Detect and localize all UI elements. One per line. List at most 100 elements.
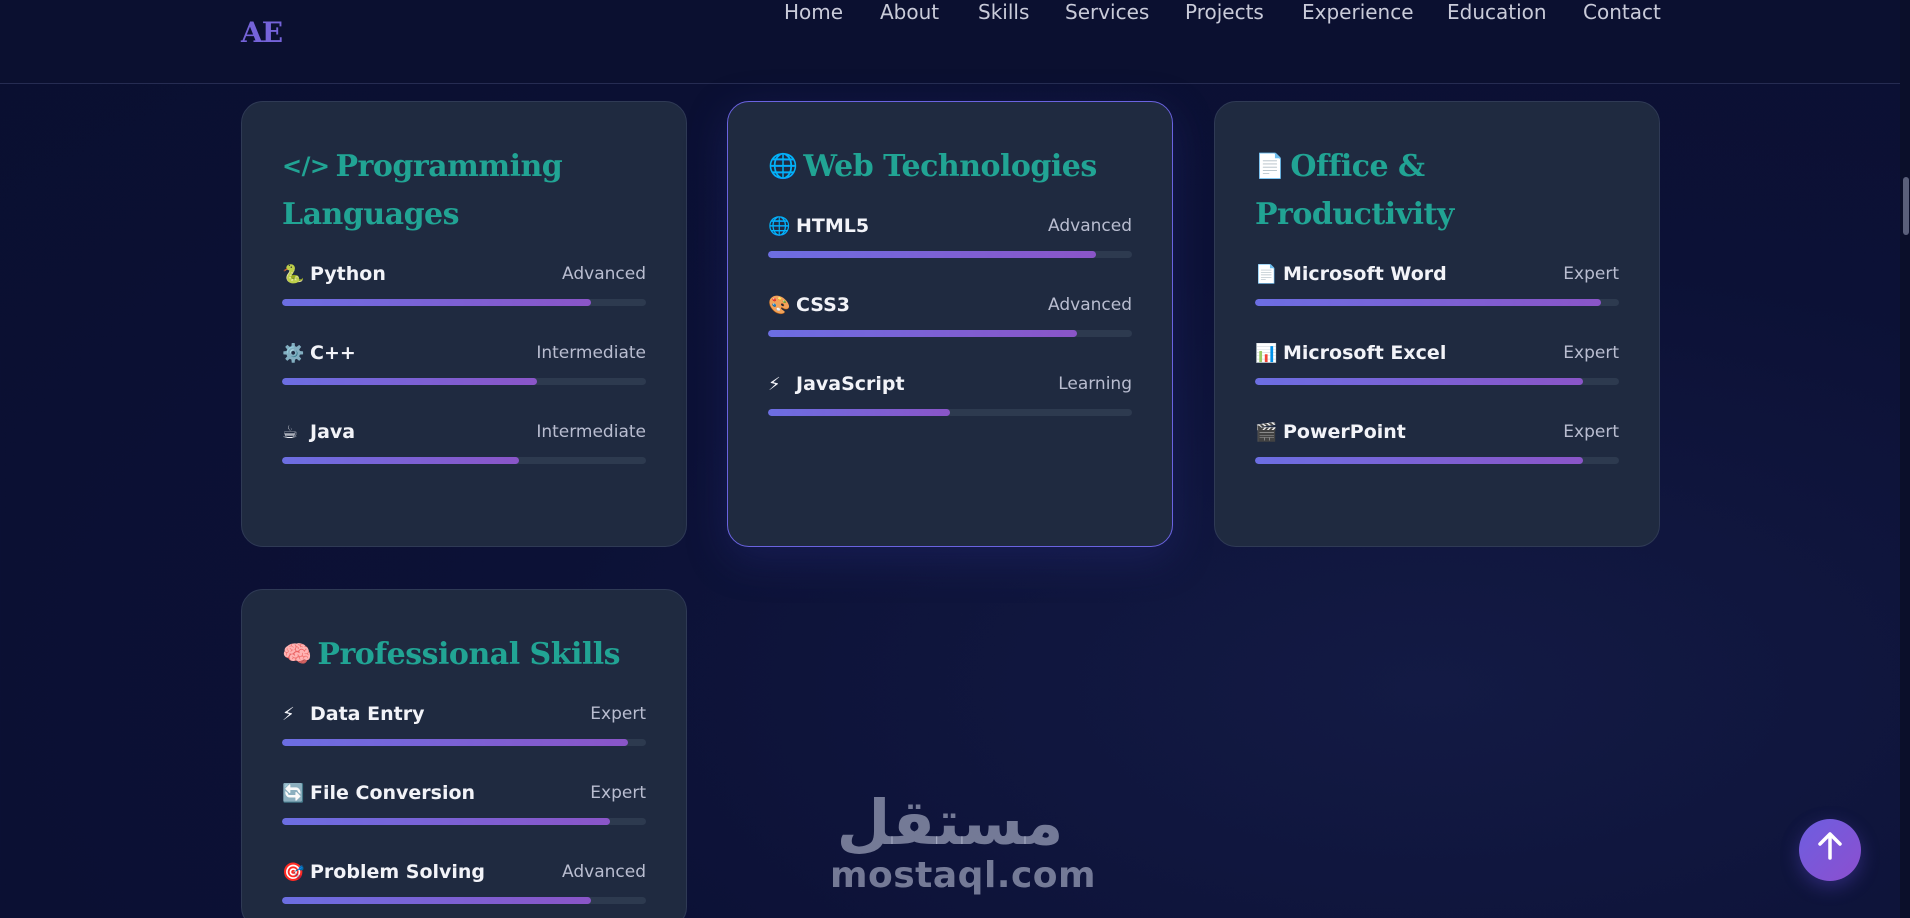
skill-name: 🎬 PowerPoint <box>1255 421 1406 443</box>
progress-fill <box>282 739 628 746</box>
snake-icon: 🐍 <box>282 264 305 285</box>
skill-level: Expert <box>1563 343 1619 363</box>
skill-item-problem-solving: 🎯 Problem Solving Advanced <box>282 857 646 904</box>
skill-name: 🎯 Problem Solving <box>282 861 486 883</box>
skill-item-file-conversion: 🔄 File Conversion Expert <box>282 778 646 825</box>
skill-name: 📄 Microsoft Word <box>1255 263 1447 285</box>
target-icon: 🎯 <box>282 862 305 883</box>
skill-level: Learning <box>1058 374 1132 394</box>
page-icon: 📄 <box>1255 264 1278 285</box>
progress-fill <box>1255 457 1583 464</box>
progress-fill <box>282 299 592 306</box>
skill-name: ☕ Java <box>282 421 356 443</box>
progress-track <box>1255 378 1619 385</box>
skill-item-powerpoint: 🎬 PowerPoint Expert <box>1255 417 1619 464</box>
navbar: AE Home About Skills Services Projects E… <box>0 0 1900 84</box>
skill-item-html5: 🌐 HTML5 Advanced <box>768 211 1132 258</box>
gear-icon: ⚙️ <box>282 343 305 364</box>
skill-item-css3: 🎨 CSS3 Advanced <box>768 290 1132 337</box>
card-title-text: Professional Skills <box>317 637 621 672</box>
back-to-top-button[interactable] <box>1799 819 1861 881</box>
skill-level: Advanced <box>1048 216 1132 236</box>
lightning-icon: ⚡ <box>282 704 295 725</box>
progress-fill <box>282 897 592 904</box>
skill-item-microsoft-excel: 📊 Microsoft Excel Expert <box>1255 338 1619 385</box>
code-icon: </> <box>282 152 330 180</box>
progress-fill <box>768 251 1096 258</box>
skill-name: 🔄 File Conversion <box>282 782 476 804</box>
skill-level: Intermediate <box>536 343 646 363</box>
skill-item-cpp: ⚙️ C++ Intermediate <box>282 338 646 385</box>
card-title: </> Programming Languages <box>282 142 646 239</box>
skill-name: ⚙️ C++ <box>282 342 356 364</box>
refresh-icon: 🔄 <box>282 783 305 804</box>
nav-link-projects[interactable]: Projects <box>1185 0 1264 24</box>
nav-link-education[interactable]: Education <box>1447 0 1547 24</box>
progress-fill <box>1255 299 1601 306</box>
skill-card-programming-languages: </> Programming Languages 🐍 Python Advance… <box>241 101 687 547</box>
progress-track <box>768 251 1132 258</box>
skill-level: Advanced <box>562 264 646 284</box>
skill-item-microsoft-word: 📄 Microsoft Word Expert <box>1255 259 1619 306</box>
progress-track <box>282 818 646 825</box>
watermark-latin: mostaql.com <box>830 855 1097 896</box>
card-title-text: Office & Productivity <box>1255 149 1454 232</box>
scrollbar-track[interactable] <box>1900 0 1910 918</box>
skill-name: ⚡ JavaScript <box>768 373 905 395</box>
coffee-icon: ☕ <box>282 422 299 443</box>
skill-name: 📊 Microsoft Excel <box>1255 342 1447 364</box>
progress-fill <box>768 409 950 416</box>
progress-fill <box>282 818 610 825</box>
progress-fill <box>282 457 519 464</box>
nav-link-experience[interactable]: Experience <box>1302 0 1414 24</box>
progress-track <box>282 739 646 746</box>
skill-level: Expert <box>590 783 646 803</box>
card-title-text: Web Technologies <box>803 149 1097 184</box>
skill-item-java: ☕ Java Intermediate <box>282 417 646 464</box>
skill-level: Expert <box>1563 422 1619 442</box>
skill-name: ⚡ Data Entry <box>282 703 425 725</box>
skill-card-professional-skills: 🧠 Professional Skills ⚡ Data Entry Expert … <box>241 589 687 918</box>
arrow-up-icon <box>1816 831 1844 869</box>
skill-level: Intermediate <box>536 422 646 442</box>
mostaql-watermark: مستقل mostaql.com <box>830 786 1097 896</box>
bar-chart-icon: 📊 <box>1255 343 1278 364</box>
brain-icon: 🧠 <box>282 640 312 668</box>
nav-link-skills[interactable]: Skills <box>978 0 1029 24</box>
skill-level: Advanced <box>1048 295 1132 315</box>
globe-icon: 🌐 <box>768 152 798 180</box>
nav-link-about[interactable]: About <box>880 0 939 24</box>
progress-track <box>768 330 1132 337</box>
skill-name: 🐍 Python <box>282 263 386 285</box>
scrollbar-thumb[interactable] <box>1903 177 1909 235</box>
skill-item-javascript: ⚡ JavaScript Learning <box>768 369 1132 416</box>
skill-level: Advanced <box>562 862 646 882</box>
skill-item-python: 🐍 Python Advanced <box>282 259 646 306</box>
progress-track <box>1255 457 1619 464</box>
nav-link-home[interactable]: Home <box>784 0 843 24</box>
lightning-icon: ⚡ <box>768 374 781 395</box>
skill-name: 🎨 CSS3 <box>768 294 851 316</box>
nav-link-contact[interactable]: Contact <box>1583 0 1661 24</box>
globe-icon: 🌐 <box>768 216 791 237</box>
skill-card-web-technologies: 🌐 Web Technologies 🌐 HTML5 Advanced 🎨 CSS3 … <box>727 101 1173 547</box>
skill-card-office-productivity: 📄 Office & Productivity 📄 Microsoft Word E… <box>1214 101 1660 547</box>
card-title: 🌐 Web Technologies <box>768 142 1132 191</box>
card-title: 🧠 Professional Skills <box>282 630 646 679</box>
progress-fill <box>768 330 1078 337</box>
skill-level: Expert <box>590 704 646 724</box>
skill-item-data-entry: ⚡ Data Entry Expert <box>282 699 646 746</box>
nav-link-services[interactable]: Services <box>1065 0 1149 24</box>
progress-track <box>282 378 646 385</box>
film-icon: 🎬 <box>1255 422 1278 443</box>
watermark-arabic: مستقل <box>836 786 1064 859</box>
progress-track <box>768 409 1132 416</box>
card-title: 📄 Office & Productivity <box>1255 142 1619 239</box>
progress-track <box>282 457 646 464</box>
document-icon: 📄 <box>1255 152 1285 180</box>
palette-icon: 🎨 <box>768 295 791 316</box>
progress-track <box>282 299 646 306</box>
progress-fill <box>1255 378 1583 385</box>
progress-track <box>282 897 646 904</box>
logo[interactable]: AE <box>241 16 283 49</box>
